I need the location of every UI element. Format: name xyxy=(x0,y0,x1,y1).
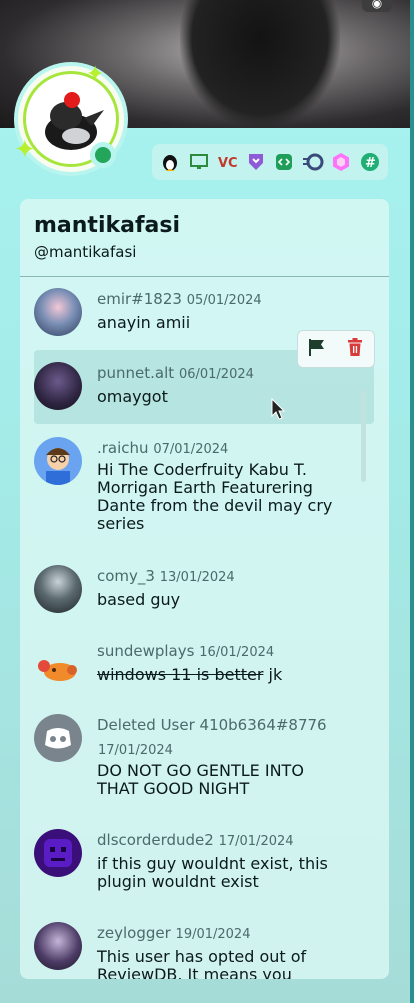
shield-icon[interactable] xyxy=(245,151,267,173)
review-date: 13/01/2024 xyxy=(159,570,235,585)
report-flag-icon[interactable] xyxy=(307,337,327,361)
review-date: 19/01/2024 xyxy=(175,927,251,942)
review-item[interactable]: zeylogger 19/01/2024 This user has opted… xyxy=(34,920,374,979)
review-date: 06/01/2024 xyxy=(178,367,254,382)
svg-text:VC: VC xyxy=(218,156,237,171)
window-edge xyxy=(410,0,414,1003)
scrollbar-thumb[interactable] xyxy=(361,390,366,482)
reviewer-avatar[interactable] xyxy=(34,640,82,688)
review-date: 05/01/2024 xyxy=(186,293,262,308)
review-text: omaygot xyxy=(97,387,168,406)
reviewer-avatar[interactable] xyxy=(34,565,82,613)
monitor-icon[interactable] xyxy=(188,151,210,173)
svg-text:#: # xyxy=(365,156,376,171)
mouse-cursor-icon xyxy=(271,398,286,420)
vc-icon[interactable]: VC xyxy=(216,151,238,173)
review-text: DO NOT GO GENTLE INTO THAT GOOD NIGHT xyxy=(97,761,304,798)
badge-list: VC # xyxy=(152,144,388,180)
review-item[interactable]: sundewplays 16/01/2024 windows 11 is bet… xyxy=(34,638,374,694)
sparkle-icon: ✦ xyxy=(14,135,36,165)
review-item[interactable]: .raichu 07/01/2024 Hi The Coderfruity Ka… xyxy=(34,435,374,545)
reviewer-name[interactable]: comy_3 xyxy=(97,567,155,585)
review-text: windows 11 is better jk xyxy=(97,666,337,684)
divider xyxy=(20,276,389,277)
linux-penguin-icon[interactable] xyxy=(159,151,181,173)
review-text: Hi The Coderfruity Kabu T. Morrigan Eart… xyxy=(97,460,333,533)
banner-artwork xyxy=(180,0,340,128)
reviewer-name[interactable]: zeylogger xyxy=(97,924,171,942)
display-name: mantikafasi xyxy=(34,213,181,238)
reviewer-name[interactable]: Deleted User 410b6364#8776 xyxy=(97,716,327,734)
reviewer-name[interactable]: .raichu xyxy=(97,439,149,457)
reviewer-name[interactable]: punnet.alt xyxy=(97,364,174,382)
review-date: 17/01/2024 xyxy=(98,743,173,758)
reviewer-name[interactable]: emir#1823 xyxy=(97,290,182,308)
review-action-bar xyxy=(297,330,375,368)
online-status-icon xyxy=(95,147,111,163)
profile-card: ◉ ✦ ✦ VC # mantikafasi @mantikafasi emir… xyxy=(0,0,410,1003)
review-text: if this guy wouldnt exist, this plugin w… xyxy=(97,854,328,891)
review-date: 07/01/2024 xyxy=(153,442,229,457)
delete-trash-icon[interactable] xyxy=(345,337,365,361)
username: @mantikafasi xyxy=(34,243,137,261)
reviewer-avatar[interactable] xyxy=(34,362,82,410)
code-icon[interactable] xyxy=(273,151,295,173)
speed-icon[interactable] xyxy=(302,151,324,173)
reviewer-avatar[interactable] xyxy=(34,437,82,485)
reviewer-avatar[interactable] xyxy=(34,922,82,970)
struck-text: windows 11 is better xyxy=(97,665,264,684)
reviewer-name[interactable]: dlscorderdude2 xyxy=(97,831,214,849)
review-item[interactable]: Deleted User 410b6364#8776 17/01/2024 DO… xyxy=(34,712,374,812)
reviewer-avatar[interactable] xyxy=(34,714,82,762)
review-date: 17/01/2024 xyxy=(218,834,294,849)
review-text: This user has opted out of ReviewDB. It … xyxy=(97,947,307,980)
sparkle-icon: ✦ xyxy=(86,62,105,87)
review-item[interactable]: dlscorderdude2 17/01/2024 if this guy wo… xyxy=(34,827,374,907)
nitro-icon[interactable]: ◉ xyxy=(362,0,392,12)
review-item[interactable]: punnet.alt 06/01/2024 omaygot xyxy=(34,360,374,416)
hexagon-icon[interactable] xyxy=(330,151,352,173)
review-text-tail: jk xyxy=(263,665,283,684)
reviewer-avatar[interactable] xyxy=(34,288,82,336)
review-text: based guy xyxy=(97,590,181,609)
review-item[interactable]: comy_3 13/01/2024 based guy xyxy=(34,563,374,619)
profile-panel: mantikafasi @mantikafasi emir#1823 05/01… xyxy=(20,199,389,979)
review-date: 16/01/2024 xyxy=(199,645,275,660)
reviewer-name[interactable]: sundewplays xyxy=(97,642,194,660)
reviewer-avatar[interactable] xyxy=(34,829,82,877)
hashtag-icon[interactable]: # xyxy=(359,151,381,173)
